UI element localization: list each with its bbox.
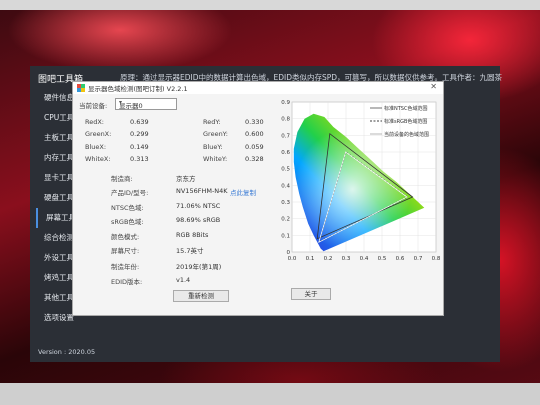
sidebar-item-options[interactable]: 选项设置 bbox=[36, 308, 76, 328]
x-tick-label: 0.5 bbox=[378, 256, 387, 262]
edid-label: EDID版本: bbox=[111, 278, 143, 286]
screen-size-label: 屏幕尺寸: bbox=[111, 247, 140, 255]
srgb-label: sRGB色域: bbox=[111, 218, 144, 226]
green-x-value: 0.299 bbox=[130, 130, 149, 138]
sidebar-item-memory[interactable]: 内存工具 bbox=[36, 148, 76, 168]
sidebar-item-disk[interactable]: 硬盘工具 bbox=[36, 188, 76, 208]
screen-size-value: 15.7英寸 bbox=[176, 247, 204, 255]
white-x-label: WhiteX: bbox=[85, 155, 111, 163]
legend-srgb: 标准sRGB色域范围 bbox=[384, 118, 427, 125]
sidebar-item-cpu[interactable]: CPU工具 bbox=[36, 108, 76, 128]
x-tick-label: 0.4 bbox=[360, 256, 369, 262]
device-select[interactable]: 显示器0 ▾ bbox=[115, 98, 177, 110]
srgb-value: 98.69% sRGB bbox=[176, 216, 221, 224]
dialog-titlebar: 显示器色域检测(图吧订制) V2.2.1 ✕ bbox=[73, 82, 443, 94]
red-x-value: 0.639 bbox=[130, 118, 149, 126]
y-tick-label: 0.5 bbox=[281, 167, 290, 173]
sidebar: 硬件信息 CPU工具 主板工具 内存工具 显卡工具 硬盘工具 屏幕工具 综合检测… bbox=[36, 88, 76, 328]
blue-x-label: BlueX: bbox=[85, 143, 107, 151]
white-y-label: WhiteY: bbox=[203, 155, 228, 163]
y-tick-label: 0.9 bbox=[281, 100, 290, 106]
white-x-value: 0.313 bbox=[130, 155, 149, 163]
copy-link[interactable]: 点此复制 bbox=[230, 187, 256, 197]
cie-gamut-chart: 0.0 0.1 0.2 0.3 0.4 0.5 0.6 0.7 0.8 00.10.20.30.… bbox=[281, 100, 441, 262]
sidebar-item-screen[interactable]: 屏幕工具 bbox=[36, 208, 76, 228]
y-tick-labels: 0 0.1 0.2 0.3 0.4 0.5 0.6 0.7 0.8 0.9 bbox=[281, 100, 290, 256]
x-tick-label: 0.1 bbox=[306, 256, 315, 262]
y-tick-label: 0 bbox=[287, 250, 291, 256]
close-icon[interactable]: ✕ bbox=[430, 82, 437, 91]
redetect-button[interactable]: 重新检测 bbox=[173, 290, 229, 302]
year-value: 2019年(第1周) bbox=[176, 263, 222, 271]
monitor-bezel-bottom bbox=[0, 383, 540, 405]
white-y-value: 0.328 bbox=[245, 155, 264, 163]
model-label: 产品ID/型号: bbox=[111, 189, 149, 197]
legend-ntsc: 标准NTSC色域范围 bbox=[384, 105, 427, 112]
x-tick-label: 0.6 bbox=[396, 256, 405, 262]
sidebar-item-overall[interactable]: 综合检测 bbox=[36, 228, 76, 248]
x-tick-label: 0.2 bbox=[324, 256, 333, 262]
x-tick-labels: 0.0 0.1 0.2 0.3 0.4 0.5 0.6 0.7 0.8 bbox=[288, 256, 441, 262]
app-icon bbox=[77, 84, 85, 92]
y-tick-label: 0.6 bbox=[281, 150, 290, 156]
sidebar-item-peripheral[interactable]: 外设工具 bbox=[36, 248, 76, 268]
y-tick-label: 0.1 bbox=[281, 233, 290, 239]
x-tick-label: 0.8 bbox=[432, 256, 441, 262]
red-x-label: RedX: bbox=[85, 118, 104, 126]
color-mode-label: 颜色模式: bbox=[111, 233, 140, 241]
legend-device: 当前设备的色域范围 bbox=[384, 131, 429, 138]
blue-x-value: 0.149 bbox=[130, 143, 149, 151]
y-tick-label: 0.8 bbox=[281, 117, 290, 123]
color-mode-value: RGB 8Bits bbox=[176, 231, 209, 239]
y-tick-label: 0.4 bbox=[281, 183, 290, 189]
manufacturer-value: 京东方 bbox=[176, 175, 196, 183]
x-tick-label: 0.3 bbox=[342, 256, 351, 262]
y-tick-label: 0.7 bbox=[281, 133, 290, 139]
dialog-title: 显示器色域检测(图吧订制) V2.2.1 bbox=[88, 85, 188, 93]
blue-y-label: BlueY: bbox=[203, 143, 223, 151]
x-tick-label: 0.0 bbox=[288, 256, 297, 262]
blue-y-value: 0.059 bbox=[245, 143, 264, 151]
version-label: Version : 2020.05 bbox=[38, 348, 96, 356]
y-tick-label: 0.3 bbox=[281, 200, 290, 206]
chevron-down-icon: ▾ bbox=[119, 99, 123, 106]
about-button[interactable]: 关于 bbox=[291, 288, 331, 300]
sidebar-item-motherboard[interactable]: 主板工具 bbox=[36, 128, 76, 148]
device-label: 当前设备: bbox=[79, 102, 108, 110]
red-y-value: 0.330 bbox=[245, 118, 264, 126]
green-x-label: GreenX: bbox=[85, 130, 112, 138]
ntsc-label: NTSC色域: bbox=[111, 204, 144, 212]
sidebar-item-other[interactable]: 其他工具 bbox=[36, 288, 76, 308]
y-tick-label: 0.2 bbox=[281, 217, 290, 223]
model-value: NV156FHM-N4K bbox=[176, 187, 228, 195]
manufacturer-label: 制造商: bbox=[111, 175, 133, 183]
x-tick-label: 0.7 bbox=[414, 256, 423, 262]
year-label: 制造年份: bbox=[111, 263, 140, 271]
sidebar-item-gpu[interactable]: 显卡工具 bbox=[36, 168, 76, 188]
green-y-value: 0.600 bbox=[245, 130, 264, 138]
red-y-label: RedY: bbox=[203, 118, 221, 126]
monitor-bezel-top bbox=[0, 0, 540, 10]
edid-value: v1.4 bbox=[176, 276, 191, 284]
sidebar-item-stress[interactable]: 烤鸡工具 bbox=[36, 268, 76, 288]
sidebar-item-hardware-info[interactable]: 硬件信息 bbox=[36, 88, 76, 108]
ntsc-value: 71.06% NTSC bbox=[176, 202, 221, 210]
green-y-label: GreenY: bbox=[203, 130, 228, 138]
gamut-dialog: 显示器色域检测(图吧订制) V2.2.1 ✕ 当前设备: 显示器0 ▾ RedX… bbox=[73, 82, 443, 315]
